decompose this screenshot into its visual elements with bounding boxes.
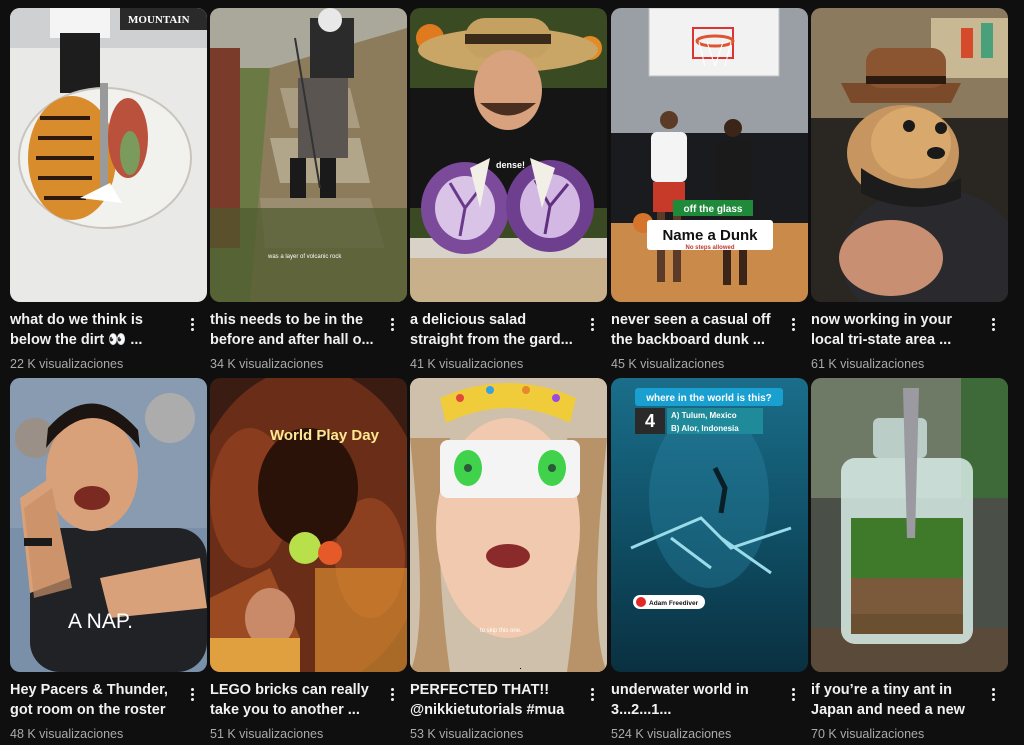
video-card[interactable]: if you’re a tiny ant in Japan and need a… bbox=[811, 378, 1008, 745]
thumbnail-image bbox=[811, 378, 1008, 672]
video-views: 48 K visualizaciones bbox=[10, 727, 124, 741]
more-options-icon[interactable] bbox=[185, 686, 199, 708]
thumbnail-caption: to skip this one. bbox=[480, 628, 522, 634]
video-views: 524 K visualizaciones bbox=[611, 727, 732, 741]
video-title[interactable]: a delicious salad straight from the gard… bbox=[410, 310, 580, 350]
video-title[interactable]: if you’re a tiny ant in Japan and need a… bbox=[811, 680, 981, 722]
video-thumbnail[interactable]: to skip this one. bbox=[410, 378, 607, 672]
thumbnail-overlay-question: where in the world is this? bbox=[645, 393, 772, 404]
thumbnail-image bbox=[811, 8, 1008, 302]
video-card[interactable]: A NAP. Hey Pacers & Thunder, got room on… bbox=[10, 378, 207, 745]
video-card[interactable]: MOUNTAIN what do we think is below the d… bbox=[10, 8, 207, 378]
video-title[interactable]: this needs to be in the before and after… bbox=[210, 310, 380, 350]
video-views: 51 K visualizaciones bbox=[210, 727, 324, 741]
more-options-icon[interactable] bbox=[786, 686, 800, 708]
thumbnail-overlay-number: 4 bbox=[645, 411, 655, 431]
more-options-icon[interactable] bbox=[385, 686, 399, 708]
thumbnail-overlay-tag: Adam Freediver bbox=[649, 600, 699, 607]
video-views: 61 K visualizaciones bbox=[811, 357, 925, 371]
video-views: 34 K visualizaciones bbox=[210, 357, 324, 371]
video-card[interactable]: World Play Day LEGO bricks can really ta… bbox=[210, 378, 407, 745]
thumbnail-overlay-title: Name a Dunk bbox=[662, 227, 758, 244]
more-options-icon[interactable] bbox=[986, 686, 1000, 708]
thumbnail-overlay-text: dense! bbox=[496, 160, 525, 170]
more-options-icon[interactable] bbox=[986, 316, 1000, 338]
video-views: 70 K visualizaciones bbox=[811, 727, 925, 741]
video-thumbnail[interactable]: off the glass Name a Dunk No steps allow… bbox=[611, 8, 808, 302]
video-card[interactable]: where in the world is this? 4 A) Tulum, … bbox=[611, 378, 808, 745]
thumbnail-image: MOUNTAIN bbox=[10, 8, 207, 302]
video-thumbnail[interactable]: World Play Day bbox=[210, 378, 407, 672]
thumbnail-image: World Play Day bbox=[210, 378, 407, 672]
video-title[interactable]: underwater world in 3...2...1... bbox=[611, 680, 781, 720]
thumbnail-overlay-option-a: A) Tulum, Mexico bbox=[671, 411, 737, 420]
video-title[interactable]: what do we think is below the dirt 👀 ... bbox=[10, 310, 180, 350]
thumbnail-image: to skip this one. bbox=[410, 378, 607, 672]
video-views: 53 K visualizaciones bbox=[410, 727, 524, 741]
video-thumbnail[interactable]: was a layer of volcanic rock bbox=[210, 8, 407, 302]
thumbnail-image: dense! bbox=[410, 8, 607, 302]
video-row: A NAP. Hey Pacers & Thunder, got room on… bbox=[10, 378, 1014, 745]
more-options-icon[interactable] bbox=[786, 316, 800, 338]
video-card[interactable]: dense! a delicious salad straight from t… bbox=[410, 8, 607, 378]
video-card[interactable]: off the glass Name a Dunk No steps allow… bbox=[611, 8, 808, 378]
video-thumbnail[interactable] bbox=[811, 378, 1008, 672]
video-title[interactable]: never seen a casual off the backboard du… bbox=[611, 310, 781, 350]
more-options-icon[interactable] bbox=[385, 316, 399, 338]
video-title[interactable]: now working in your local tri-state area… bbox=[811, 310, 981, 350]
video-grid: MOUNTAIN what do we think is below the d… bbox=[10, 8, 1014, 745]
video-thumbnail[interactable]: dense! bbox=[410, 8, 607, 302]
thumbnail-overlay-text: World Play Day bbox=[270, 427, 380, 444]
more-options-icon[interactable] bbox=[185, 316, 199, 338]
video-thumbnail[interactable]: A NAP. bbox=[10, 378, 207, 672]
video-row: MOUNTAIN what do we think is below the d… bbox=[10, 8, 1014, 378]
thumbnail-caption: was a layer of volcanic rock bbox=[267, 254, 342, 260]
video-title[interactable]: Hey Pacers & Thunder, got room on the ro… bbox=[10, 680, 180, 722]
video-views: 45 K visualizaciones bbox=[611, 357, 725, 371]
video-thumbnail[interactable] bbox=[811, 8, 1008, 302]
video-thumbnail[interactable]: MOUNTAIN bbox=[10, 8, 207, 302]
thumbnail-overlay-text: MOUNTAIN bbox=[128, 14, 190, 26]
thumbnail-overlay-text: off the glass bbox=[684, 204, 743, 215]
thumbnail-image: was a layer of volcanic rock bbox=[210, 8, 407, 302]
thumbnail-image: off the glass Name a Dunk No steps allow… bbox=[611, 8, 808, 302]
video-title[interactable]: PERFECTED THAT!! @nikkietutorials #mua .… bbox=[410, 680, 580, 722]
video-card[interactable]: was a layer of volcanic rock this needs … bbox=[210, 8, 407, 378]
thumbnail-image: A NAP. bbox=[10, 378, 207, 672]
more-options-icon[interactable] bbox=[585, 316, 599, 338]
video-thumbnail[interactable]: where in the world is this? 4 A) Tulum, … bbox=[611, 378, 808, 672]
thumbnail-overlay-option-b: B) Alor, Indonesia bbox=[671, 424, 739, 433]
video-views: 22 K visualizaciones bbox=[10, 357, 124, 371]
video-card[interactable]: now working in your local tri-state area… bbox=[811, 8, 1008, 378]
video-views: 41 K visualizaciones bbox=[410, 357, 524, 371]
thumbnail-image: where in the world is this? 4 A) Tulum, … bbox=[611, 378, 808, 672]
video-title[interactable]: LEGO bricks can really take you to anoth… bbox=[210, 680, 380, 720]
thumbnail-overlay-subtitle: No steps allowed bbox=[685, 245, 734, 251]
video-card[interactable]: to skip this one. PERFECTED THAT!! @nikk… bbox=[410, 378, 607, 745]
thumbnail-overlay-text: A NAP. bbox=[68, 610, 133, 633]
more-options-icon[interactable] bbox=[585, 686, 599, 708]
